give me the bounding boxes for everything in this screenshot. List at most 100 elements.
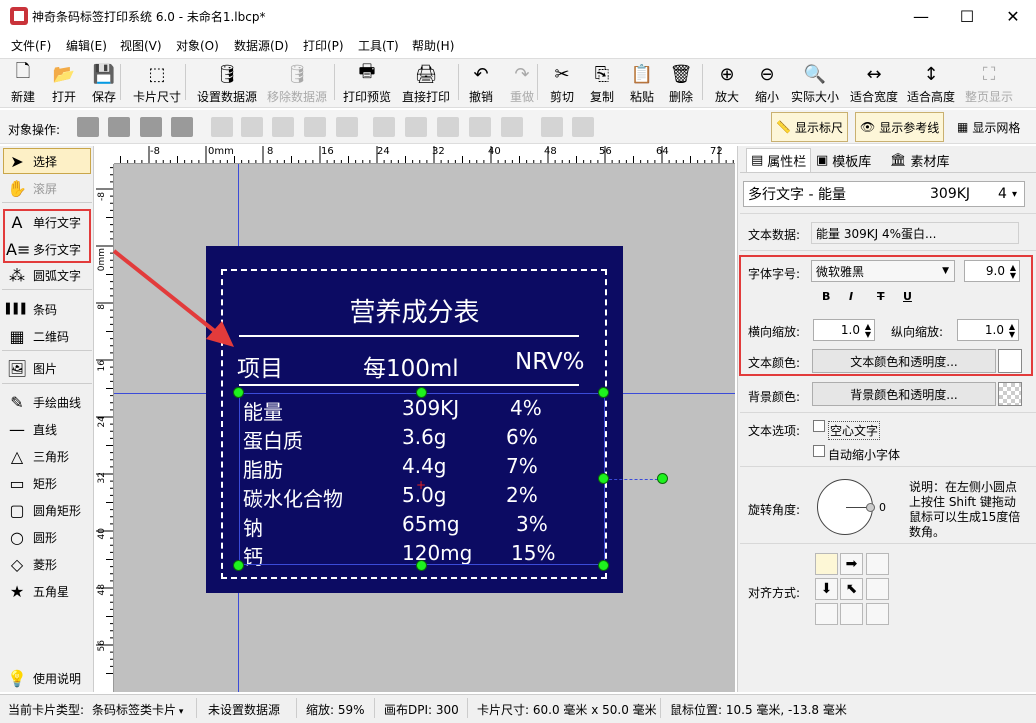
menu-item[interactable]: 文件(F) [11, 37, 51, 54]
align-bottom-right-button[interactable] [866, 603, 889, 625]
layer-bottom-icon[interactable] [171, 117, 193, 137]
layer-top-icon[interactable] [140, 117, 162, 137]
ungroup-icon[interactable] [572, 117, 594, 137]
text-color-button[interactable]: 文本颜色和透明度... [812, 349, 996, 373]
tool-triangle[interactable]: △ 三角形 [6, 443, 69, 469]
menu-item[interactable]: 编辑(E) [66, 37, 107, 54]
resize-handle-sw[interactable] [233, 560, 244, 571]
tool-circle[interactable]: ○ 圆形 [6, 524, 57, 550]
minimize-button[interactable]: — [898, 0, 944, 32]
align-bottom-left-button[interactable] [815, 603, 838, 625]
toolbar-open-button[interactable]: 📂 打开 [47, 60, 81, 106]
toolbar-card-size-button[interactable]: ⬚ 卡片尺寸 [130, 60, 184, 106]
toolbar-fit-width-button[interactable]: ↔ 适合宽度 [846, 60, 902, 106]
card-title[interactable]: 营养成分表 [206, 292, 623, 329]
rotation-dial[interactable] [817, 479, 875, 535]
resize-handle-ne[interactable] [598, 387, 609, 398]
bold-button[interactable]: B [822, 290, 830, 303]
tool-line[interactable]: — 直线 [6, 416, 57, 442]
align-left-icon[interactable] [211, 117, 233, 137]
toolbar-save-button[interactable]: 💾 保存 [87, 60, 121, 106]
tool-star[interactable]: ★ 五角星 [6, 578, 69, 604]
close-button[interactable]: ✕ [990, 0, 1036, 32]
layer-down-icon[interactable] [108, 117, 130, 137]
menu-item[interactable]: 打印(P) [303, 37, 344, 54]
resize-handle-se[interactable] [598, 560, 609, 571]
toolbar-paste-button[interactable]: 📋 粘贴 [625, 60, 659, 106]
tool-arc-text[interactable]: ⁂ 圆弧文字 [6, 262, 81, 288]
toolbar-new-file-button[interactable]: 🗋 新建 [6, 60, 40, 106]
show-ruler-toggle[interactable]: 📏 显示标尺 [771, 112, 848, 142]
toolbar-redo-button[interactable]: ↷ 重做 [505, 60, 539, 106]
toolbar-copy-button[interactable]: ⎘ 复制 [585, 60, 619, 106]
toolbar-delete-button[interactable]: 🗑 删除 [664, 60, 698, 106]
auto-shrink-checkbox[interactable] [813, 445, 825, 457]
tool-select-arrow[interactable]: ➤ 选择 [6, 148, 57, 174]
toolbar-zoom-in-button[interactable]: ⊕ 放大 [710, 60, 744, 106]
toolbar-full-page-button[interactable]: ⛶ 整页显示 [962, 60, 1016, 106]
menu-item[interactable]: 数据源(D) [234, 37, 289, 54]
group-icon[interactable] [541, 117, 563, 137]
align-left-button[interactable]: ⬇ [815, 578, 838, 600]
align-top-right-button[interactable] [866, 553, 889, 575]
tool-freehand[interactable]: ✎ 手绘曲线 [6, 389, 81, 415]
italic-button[interactable]: I [849, 290, 853, 303]
distribute-v-icon[interactable] [469, 117, 491, 137]
underline-button[interactable]: U [903, 290, 912, 303]
card-type-select[interactable]: 条码标签类卡片 ▾ [92, 701, 183, 718]
toolbar-fit-height-button[interactable]: ↕ 适合高度 [903, 60, 959, 106]
header-per100ml[interactable]: 每100ml [363, 349, 459, 383]
show-guides-toggle[interactable]: 👁 显示参考线 [855, 112, 945, 142]
rotation-handle[interactable] [657, 473, 668, 484]
strikethrough-button[interactable]: T [877, 290, 885, 303]
hscale-stepper[interactable]: 1.0 ▲ ▼ [813, 319, 875, 341]
toolbar-database-settings-button[interactable]: 🛢 设置数据源 [194, 60, 260, 106]
toolbar-print-button[interactable]: 🖨 直接打印 [399, 60, 453, 106]
tool-rounded-rect[interactable]: ▢ 圆角矩形 [6, 497, 81, 523]
header-item[interactable]: 项目 [237, 349, 283, 383]
resize-handle-e[interactable] [598, 473, 609, 484]
layer-up-icon[interactable] [77, 117, 99, 137]
toolbar-actual-size-button[interactable]: 🔍 实际大小 [788, 60, 842, 106]
menu-item[interactable]: 视图(V) [120, 37, 162, 54]
align-center-button[interactable]: ⬉ [840, 578, 863, 600]
same-width-icon[interactable] [336, 117, 358, 137]
toolbar-print-preview-button[interactable]: 🖶 打印预览 [340, 60, 394, 106]
align-top-left-button[interactable] [815, 553, 838, 575]
tool-rectangle[interactable]: ▭ 矩形 [6, 470, 57, 496]
tab-properties[interactable]: ▤ 属性栏 [746, 148, 812, 172]
resize-handle-n[interactable] [416, 387, 427, 398]
tool-qrcode[interactable]: ▦ 二维码 [6, 323, 69, 349]
tab-templates[interactable]: ▣ 模板库 [816, 148, 871, 172]
align-middle-icon[interactable] [405, 117, 427, 137]
align-center-h-icon[interactable] [241, 117, 263, 137]
hollow-text-checkbox[interactable] [813, 420, 825, 432]
text-data-field[interactable]: 能量 309KJ 4%蛋白... [811, 222, 1019, 244]
tab-materials[interactable]: 🏛 素材库 [890, 148, 950, 172]
text-color-swatch[interactable] [998, 349, 1022, 373]
align-right-icon[interactable] [272, 117, 294, 137]
tool-image[interactable]: 🖼 图片 [6, 355, 57, 381]
align-bottom-button[interactable] [840, 603, 863, 625]
menu-item[interactable]: 帮助(H) [412, 37, 454, 54]
bg-color-button[interactable]: 背景颜色和透明度... [812, 382, 996, 406]
rotation-dial-knob[interactable] [866, 503, 875, 512]
align-top-button[interactable]: ➡ [840, 553, 863, 575]
toolbar-cut-button[interactable]: ✂ 剪切 [545, 60, 579, 106]
distribute-h-icon[interactable] [304, 117, 326, 137]
resize-handle-s[interactable] [416, 560, 427, 571]
align-top-icon[interactable] [373, 117, 395, 137]
toolbar-database-remove-button[interactable]: 🛢 移除数据源 [264, 60, 330, 106]
toolbar-zoom-out-button[interactable]: ⊖ 缩小 [750, 60, 784, 106]
toolbar-undo-button[interactable]: ↶ 撤销 [464, 60, 498, 106]
object-select[interactable]: 多行文字 - 能量 309KJ 4 ▾ [743, 181, 1025, 207]
font-family-select[interactable]: 微软雅黑 ▼ [811, 260, 955, 282]
vscale-stepper[interactable]: 1.0 ▲ ▼ [957, 319, 1019, 341]
tool-barcode[interactable]: ▌▌▌ 条码 [6, 296, 57, 322]
bg-color-swatch[interactable] [998, 382, 1022, 406]
font-size-stepper[interactable]: 9.0 ▲ ▼ [964, 260, 1020, 282]
resize-handle-nw[interactable] [233, 387, 244, 398]
header-nrv[interactable]: NRV% [515, 349, 585, 375]
help-button[interactable]: 💡 使用说明 [6, 665, 81, 691]
menu-item[interactable]: 工具(T) [358, 37, 399, 54]
